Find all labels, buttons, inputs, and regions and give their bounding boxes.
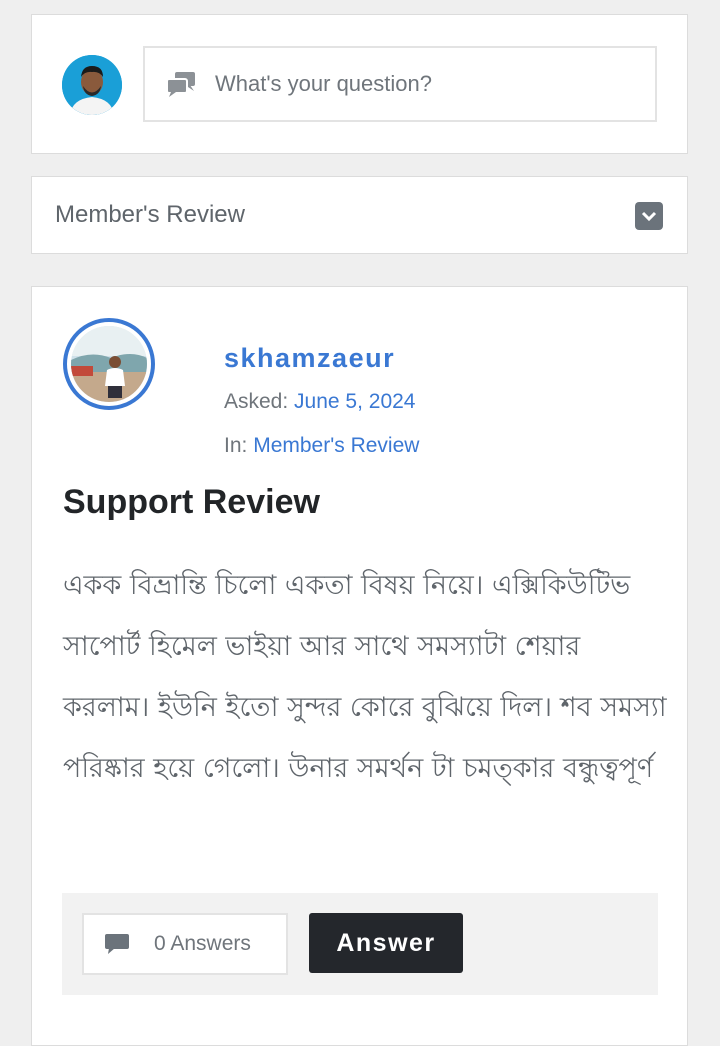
asked-date-link[interactable]: June 5, 2024	[294, 390, 415, 413]
question-footer: 0 Answers Answer	[62, 893, 658, 995]
chevron-down-icon[interactable]	[635, 202, 663, 230]
answers-count-button[interactable]: 0 Answers	[82, 913, 288, 975]
chat-bubbles-icon	[166, 72, 195, 97]
category-link[interactable]: Member's Review	[253, 434, 419, 457]
question-title[interactable]: Support Review	[63, 483, 320, 522]
answers-count: 0 Answers	[154, 932, 251, 955]
answer-button[interactable]: Answer	[309, 913, 463, 973]
ask-question-input[interactable]: What's your question?	[143, 46, 657, 122]
avatar-photo	[62, 55, 122, 115]
question-card: skhamzaeur Asked: June 5, 2024 In: Membe…	[31, 286, 688, 1046]
in-label: In:	[224, 434, 248, 457]
author-username[interactable]: skhamzaeur	[224, 343, 395, 374]
comment-icon	[105, 934, 129, 954]
category-select-label: Member's Review	[55, 201, 245, 228]
asked-meta: Asked: June 5, 2024	[224, 390, 415, 414]
current-user-avatar[interactable]	[62, 55, 122, 115]
ask-placeholder: What's your question?	[215, 71, 432, 96]
category-select[interactable]: Member's Review	[31, 176, 688, 254]
question-body: একক বিভ্রান্তি চিলো একতা বিষয় নিয়ে। এক…	[63, 570, 667, 784]
author-avatar-photo	[71, 326, 147, 402]
author-avatar[interactable]	[63, 318, 155, 410]
asked-label: Asked:	[224, 390, 289, 413]
ask-question-card: What's your question?	[31, 14, 688, 154]
category-meta: In: Member's Review	[224, 434, 419, 458]
